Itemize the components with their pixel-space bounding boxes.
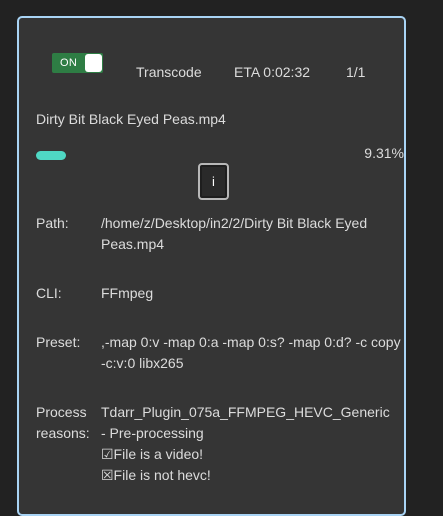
info-button[interactable]: i: [198, 163, 229, 200]
reasons-list: Tdarr_Plugin_075a_FFMPEG_HEVC_Generic - …: [101, 402, 401, 486]
progress-bar: [36, 151, 66, 160]
progress-percent: 9.31%: [364, 145, 404, 161]
path-value: /home/z/Desktop/in2/2/Dirty Bit Black Ey…: [101, 215, 368, 252]
toggle-label: ON: [60, 57, 78, 69]
reason-item: Tdarr_Plugin_075a_FFMPEG_HEVC_Generic: [101, 404, 390, 420]
toggle-knob: [85, 54, 102, 72]
cli-value: FFmpeg: [101, 285, 154, 301]
reasons-label-line: reasons:: [36, 425, 90, 441]
worker-toggle[interactable]: ON: [52, 53, 103, 73]
reasons-label-line: Process: [36, 404, 87, 420]
worker-eta: ETA 0:02:32: [234, 64, 311, 80]
reason-item: ☑File is a video!: [101, 446, 204, 462]
worker-card: ON Transcode ETA 0:02:32 1/1 Dirty Bit B…: [17, 16, 406, 516]
reason-item: - Pre-processing: [101, 425, 204, 441]
worker-mode: Transcode: [136, 64, 202, 80]
cli-label: CLI:: [36, 285, 62, 301]
preset-value: ,-map 0:v -map 0:a -map 0:s? -map 0:d? -…: [101, 334, 401, 371]
file-name: Dirty Bit Black Eyed Peas.mp4: [36, 111, 226, 127]
progress-fill: [36, 151, 66, 160]
worker-file-count: 1/1: [346, 64, 366, 80]
path-label: Path:: [36, 215, 69, 231]
reason-item: ☒File is not hevc!: [101, 467, 211, 483]
reasons-label: Process reasons:: [36, 402, 100, 444]
preset-label: Preset:: [36, 334, 81, 350]
